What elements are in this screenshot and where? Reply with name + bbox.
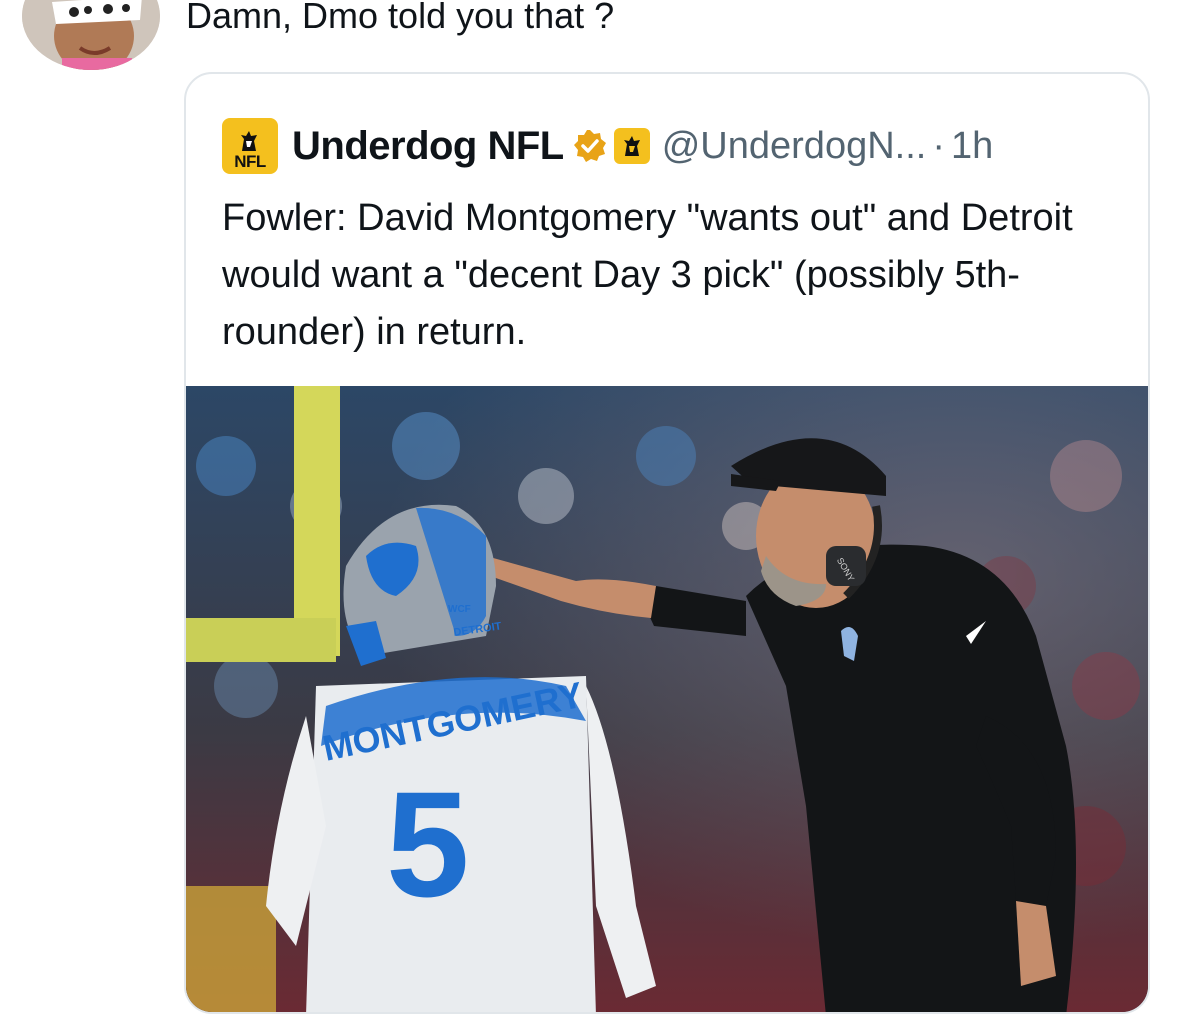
underdog-dog-icon: [241, 131, 257, 151]
quoted-tweet-header: NFL Underdog NFL @UnderdogN... · 1h: [222, 116, 993, 176]
quoted-tweet-card[interactable]: NFL Underdog NFL @UnderdogN... · 1h Fowl…: [184, 72, 1150, 1014]
quoted-display-name[interactable]: Underdog NFL: [292, 124, 564, 169]
quoted-tweet-photo[interactable]: SONY MONTGOMERY 5 WCF DETROIT: [186, 386, 1148, 1012]
underdog-nfl-logo-avatar[interactable]: NFL: [222, 118, 278, 174]
lions-sideline-photo: SONY MONTGOMERY 5 WCF DETROIT: [186, 386, 1148, 1012]
tweet-reply-screen: Damn, Dmo told you that ? NFL Underdog N…: [0, 0, 1179, 1024]
reply-author-avatar[interactable]: [22, 0, 160, 70]
helmet-sticker: WCF: [448, 604, 471, 615]
avatar-photo: [22, 0, 160, 70]
quoted-timestamp[interactable]: 1h: [951, 125, 993, 168]
meta-separator: ·: [932, 124, 945, 167]
affiliate-dog-icon: [623, 136, 640, 156]
reply-text: Damn, Dmo told you that ?: [186, 0, 615, 36]
gold-verified-badge-icon: [573, 130, 606, 162]
logo-nfl-text: NFL: [234, 152, 266, 171]
underdog-affiliate-icon[interactable]: [613, 128, 650, 164]
quoted-tweet-text: Fowler: David Montgomery "wants out" and…: [222, 197, 1073, 353]
jersey-number: 5: [386, 760, 469, 928]
quoted-handle[interactable]: @UnderdogN...: [662, 125, 927, 168]
